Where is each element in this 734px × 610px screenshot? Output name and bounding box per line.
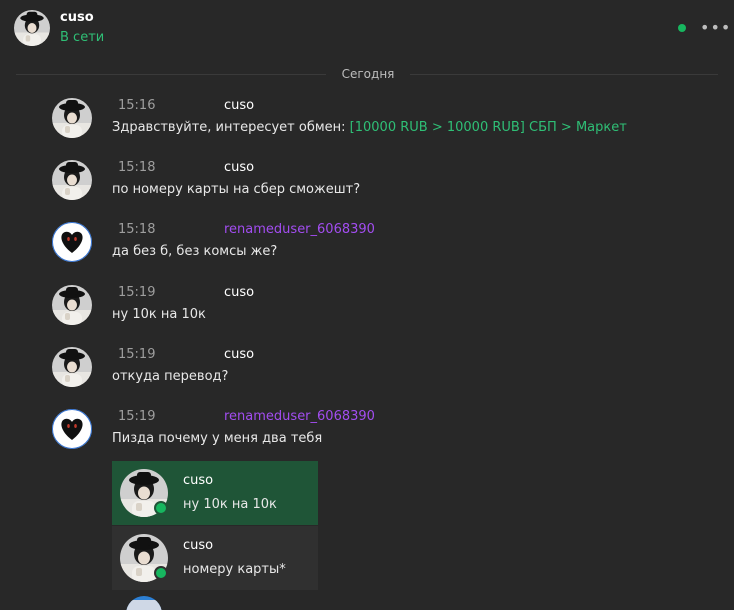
message-text: откуда перевод? <box>112 369 229 384</box>
quote-text: номеру карты* <box>183 562 286 577</box>
message-item: renameduser_6068390 15:19 Пизда почему у … <box>0 409 734 465</box>
message-text-prefix: Здравствуйте, интересует обмен: <box>112 120 350 135</box>
quote-author: cuso <box>183 473 214 488</box>
date-divider: Сегодня <box>341 67 395 81</box>
online-badge <box>154 566 168 580</box>
message-time: 15:18 <box>118 222 156 237</box>
order-link[interactable]: [10000 RUB > 10000 RUB] СБП > Маркет <box>350 120 627 135</box>
online-indicator <box>678 24 686 32</box>
quoted-message[interactable]: cuso ну 10к на 10к <box>112 461 318 525</box>
message-item: renameduser_6068390 15:18 да без б, без к… <box>0 222 734 278</box>
message-time: 15:16 <box>118 98 156 113</box>
message-text: да без б, без комсы же? <box>112 244 278 259</box>
avatar[interactable] <box>52 160 92 200</box>
message-author[interactable]: cuso <box>224 98 254 113</box>
message-author[interactable]: cuso <box>224 285 254 300</box>
avatar[interactable] <box>14 10 50 46</box>
header-username[interactable]: cuso <box>60 10 94 25</box>
avatar <box>126 596 162 610</box>
quoted-message[interactable]: cuso номеру карты* <box>112 526 318 590</box>
avatar[interactable] <box>52 347 92 387</box>
more-horizontal-icon[interactable]: ••• <box>700 16 730 40</box>
divider-line <box>410 74 718 75</box>
message-author[interactable]: renameduser_6068390 <box>224 222 375 237</box>
chat-header: cuso В сети ••• <box>0 0 734 58</box>
quote-author: cuso <box>183 538 214 553</box>
header-status: В сети <box>60 30 105 45</box>
message-time: 15:19 <box>118 285 156 300</box>
message-time: 15:18 <box>118 160 156 175</box>
message-time: 15:19 <box>118 409 156 424</box>
message-time: 15:19 <box>118 347 156 362</box>
message-author[interactable]: cuso <box>224 160 254 175</box>
message-item: cuso 15:16 Здравствуйте, интересует обмен… <box>0 98 734 154</box>
avatar[interactable] <box>52 222 92 262</box>
message-author[interactable]: renameduser_6068390 <box>224 409 375 424</box>
divider-line <box>16 74 326 75</box>
message-text: Пизда почему у меня два тебя <box>112 431 323 446</box>
message-author[interactable]: cuso <box>224 347 254 362</box>
avatar[interactable] <box>52 409 92 449</box>
message-item: cuso 15:19 ну 10к на 10к <box>0 285 734 341</box>
message-text: Здравствуйте, интересует обмен: [10000 R… <box>112 120 627 135</box>
message-item: cuso 15:19 откуда перевод? <box>0 347 734 403</box>
online-badge <box>154 501 168 515</box>
avatar[interactable] <box>52 98 92 138</box>
message-text: ну 10к на 10к <box>112 307 206 322</box>
quote-text: ну 10к на 10к <box>183 497 277 512</box>
message-text: по номеру карты на сбер сможешт? <box>112 182 361 197</box>
avatar[interactable] <box>52 285 92 325</box>
message-item: cuso 15:18 по номеру карты на сбер сможеш… <box>0 160 734 216</box>
